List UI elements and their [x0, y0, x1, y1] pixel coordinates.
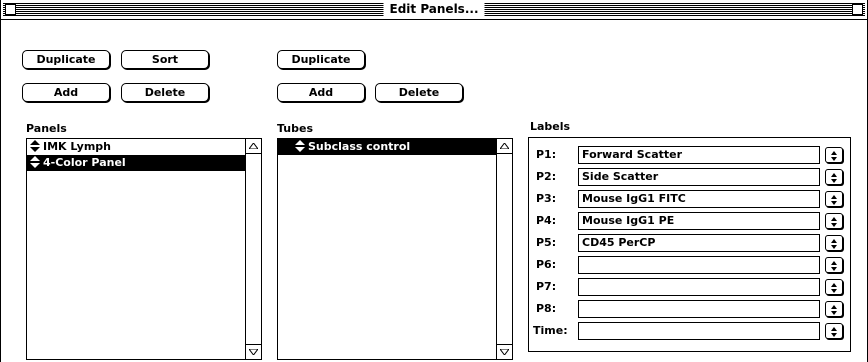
labels-group: P1: Forward Scatter P2: Side Scatter P3:… — [528, 137, 851, 352]
up-down-popup-icon — [831, 195, 837, 205]
row-name: P1: — [536, 148, 557, 161]
label-popup-button[interactable] — [825, 213, 843, 229]
label-field[interactable] — [578, 322, 820, 340]
up-down-popup-icon — [831, 261, 837, 271]
scroll-down-arrow-icon — [500, 349, 509, 355]
label-field[interactable]: Mouse IgG1 FITC — [578, 190, 820, 208]
labels-label: Labels — [530, 120, 571, 133]
label-popup-button[interactable] — [825, 257, 843, 273]
panels-list-scrollbar[interactable] — [245, 139, 261, 359]
label-row-p6: P6: — [529, 256, 850, 274]
panels-sort-button[interactable]: Sort — [121, 50, 209, 69]
up-down-popup-icon — [831, 151, 837, 161]
up-down-popup-icon — [831, 305, 837, 315]
scroll-down-button[interactable] — [497, 344, 512, 359]
up-down-arrows-icon — [295, 140, 305, 152]
tubes-label: Tubes — [277, 122, 314, 135]
list-item[interactable]: 4-Color Panel — [27, 155, 245, 171]
label-popup-button[interactable] — [825, 235, 843, 251]
edit-panels-window: Edit Panels... Duplicate Sort Add Delete… — [0, 0, 868, 362]
tubes-list[interactable]: Subclass control — [277, 138, 513, 360]
row-name: P3: — [536, 192, 557, 205]
up-down-popup-icon — [831, 173, 837, 183]
label-field[interactable]: CD45 PerCP — [578, 234, 820, 252]
label-row-time: Time: — [529, 322, 850, 340]
list-item[interactable]: IMK Lymph — [27, 139, 245, 155]
panels-duplicate-button[interactable]: Duplicate — [22, 50, 110, 69]
label-field[interactable] — [578, 300, 820, 318]
label-row-p8: P8: — [529, 300, 850, 318]
label-popup-button[interactable] — [825, 191, 843, 207]
up-down-popup-icon — [831, 327, 837, 337]
up-down-popup-icon — [831, 217, 837, 227]
up-down-popup-icon — [831, 283, 837, 293]
scroll-down-arrow-icon — [249, 349, 258, 355]
panels-list[interactable]: IMK Lymph 4-Color Panel — [26, 138, 262, 360]
label-popup-button[interactable] — [825, 301, 843, 317]
panels-list-items: IMK Lymph 4-Color Panel — [27, 139, 245, 359]
label-row-p7: P7: — [529, 278, 850, 296]
scroll-up-button[interactable] — [246, 139, 261, 154]
label-row-p3: P3: Mouse IgG1 FITC — [529, 190, 850, 208]
list-item-label: IMK Lymph — [43, 140, 111, 153]
row-name: Time: — [533, 324, 568, 337]
label-row-p2: P2: Side Scatter — [529, 168, 850, 186]
row-name: P6: — [536, 258, 557, 271]
label-popup-button[interactable] — [825, 169, 843, 185]
label-row-p1: P1: Forward Scatter — [529, 146, 850, 164]
tubes-add-button[interactable]: Add — [277, 83, 365, 102]
scroll-up-arrow-icon — [500, 143, 509, 149]
panels-label: Panels — [26, 122, 67, 135]
label-field[interactable] — [578, 256, 820, 274]
window-title: Edit Panels... — [383, 1, 485, 18]
scroll-down-button[interactable] — [246, 344, 261, 359]
label-field[interactable] — [578, 278, 820, 296]
panels-delete-button[interactable]: Delete — [121, 83, 209, 102]
zoom-box[interactable] — [852, 4, 863, 15]
label-field[interactable]: Forward Scatter — [578, 146, 820, 164]
label-popup-button[interactable] — [825, 279, 843, 295]
label-popup-button[interactable] — [825, 323, 843, 339]
tubes-list-items: Subclass control — [278, 139, 496, 359]
panels-add-button[interactable]: Add — [22, 83, 110, 102]
list-item-label: Subclass control — [308, 140, 411, 153]
row-name: P5: — [536, 236, 557, 249]
row-name: P7: — [536, 280, 557, 293]
up-down-arrows-icon — [30, 156, 40, 168]
up-down-popup-icon — [831, 239, 837, 249]
label-field[interactable]: Mouse IgG1 PE — [578, 212, 820, 230]
title-bar[interactable]: Edit Panels... — [1, 0, 867, 20]
scroll-up-button[interactable] — [497, 139, 512, 154]
close-box[interactable] — [5, 4, 16, 15]
list-item-label: 4-Color Panel — [43, 156, 126, 169]
scroll-up-arrow-icon — [249, 143, 258, 149]
label-popup-button[interactable] — [825, 147, 843, 163]
row-name: P8: — [536, 302, 557, 315]
tubes-delete-button[interactable]: Delete — [375, 83, 463, 102]
up-down-arrows-icon — [30, 140, 40, 152]
label-row-p4: P4: Mouse IgG1 PE — [529, 212, 850, 230]
list-item[interactable]: Subclass control — [278, 139, 496, 155]
label-field[interactable]: Side Scatter — [578, 168, 820, 186]
row-name: P2: — [536, 170, 557, 183]
row-name: P4: — [536, 214, 557, 227]
label-row-p5: P5: CD45 PerCP — [529, 234, 850, 252]
tubes-list-scrollbar[interactable] — [496, 139, 512, 359]
tubes-duplicate-button[interactable]: Duplicate — [277, 50, 365, 69]
